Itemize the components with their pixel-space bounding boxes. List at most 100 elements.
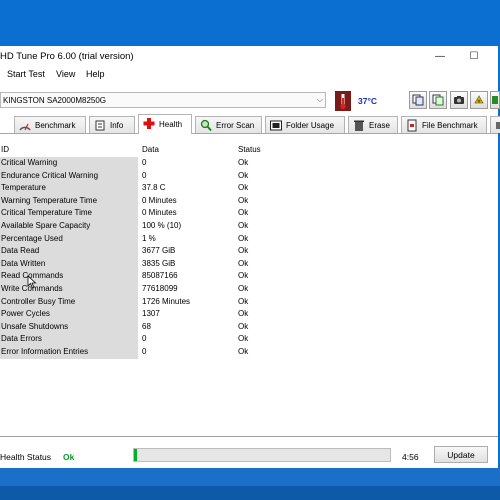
table-cell-data: 1307 [140,308,234,321]
table-row[interactable]: Read Commands 85087166 Ok [0,270,333,283]
table-row[interactable]: Critical Temperature Time 0 Minutes Ok [0,207,333,220]
table-cell-status: Ok [236,232,332,246]
column-header-id[interactable]: ID [0,144,138,156]
table-cell-status: Ok [236,320,332,334]
maximize-button[interactable]: ☐ [462,46,486,66]
tab-folder-usage[interactable]: Folder Usage [265,116,345,133]
menu-start-test[interactable]: Start Test [7,69,45,79]
table-cell-status: Ok [236,169,332,183]
tab-label: Info [110,121,124,130]
desktop-background [0,0,500,46]
table-row[interactable]: Percentage Used 1 % Ok [0,232,333,246]
table-row[interactable]: Error Information Entries 0 Ok [0,346,333,359]
progress-bar [133,448,391,462]
minimize-button[interactable]: — [428,46,452,66]
column-header-data[interactable]: Data [141,144,235,156]
table-cell-id: Temperature [0,182,138,195]
table-cell-status: Ok [236,220,332,233]
tab-health[interactable]: Health [138,114,192,134]
update-button[interactable]: Update [434,446,488,463]
table-cell-status: Ok [236,295,332,309]
table-cell-data: 100 % (10) [140,220,234,233]
table-cell-status: Ok [236,207,332,220]
table-cell-status: Ok [236,308,332,321]
table-cell-id: Controller Busy Time [0,295,138,309]
table-row[interactable]: Data Read 3677 GiB Ok [0,245,333,258]
taskbar [0,468,500,500]
table-cell-data: 0 [140,157,234,170]
menu-view[interactable]: View [56,69,75,79]
copy-info-icon [432,94,444,106]
table-cell-status: Ok [236,333,332,346]
chevron-down-icon: ⌵ [316,95,323,104]
disk-monitor-icon [496,122,500,129]
folder-usage-icon [270,120,282,131]
table-cell-data: 3677 GiB [140,245,234,258]
exit-button[interactable] [490,91,500,109]
menu-help[interactable]: Help [86,69,105,79]
table-cell-id: Critical Warning [0,157,138,170]
screenshot-button[interactable] [450,91,468,109]
table-row[interactable]: Controller Busy Time 1726 Minutes Ok [0,295,333,309]
table-cell-status: Ok [236,245,332,258]
table-row[interactable]: Data Errors 0 Ok [0,333,333,346]
table-cell-data: 0 [140,346,234,359]
benchmark-icon [19,123,31,131]
table-cell-id: Data Written [0,257,138,271]
copy-button[interactable] [409,91,427,109]
table-row[interactable]: Available Spare Capacity 100 % (10) Ok [0,220,333,233]
copy-icon [412,94,424,106]
tab-benchmark[interactable]: Benchmark [14,116,86,133]
window-title: HD Tune Pro 6.00 (trial version) [0,51,134,62]
table-cell-id: Write Commands [0,283,138,296]
error-scan-icon [200,119,212,132]
table-row[interactable]: Power Cycles 1307 Ok [0,308,333,321]
tab-label: Erase [369,121,390,130]
options-button[interactable] [470,91,488,109]
tab-file-benchmark[interactable]: File Benchmark [401,116,487,133]
tab-error-scan[interactable]: Error Scan [195,116,262,133]
file-benchmark-icon [407,119,417,132]
table-row[interactable]: Temperature 37.8 C Ok [0,182,333,195]
table-cell-data: 1726 Minutes [140,295,234,309]
tab-label: Benchmark [35,121,76,130]
column-header-status[interactable]: Status [237,144,333,156]
table-cell-data: 1 % [140,232,234,246]
table-cell-status: Ok [236,270,332,283]
table-cell-id: Error Information Entries [0,346,138,359]
table-cell-status: Ok [236,346,332,359]
erase-icon [354,120,364,131]
table-cell-id: Warning Temperature Time [0,194,138,208]
health-status-label: Health Status [0,452,52,462]
tab-label: File Benchmark [422,121,478,130]
camera-icon [454,96,464,104]
table-row[interactable]: Critical Warning 0 Ok [0,157,333,170]
table-cell-status: Ok [236,182,332,195]
progress-bar-fill [134,449,137,461]
tab-disk-monitor[interactable]: Di [490,116,500,133]
table-cell-data: 0 [140,333,234,346]
menu-bar: Start Test View Help [0,66,498,84]
table-row[interactable]: Data Written 3835 GiB Ok [0,257,333,271]
table-cell-data: 37.8 C [140,182,234,195]
table-cell-data: 0 [140,169,234,183]
table-cell-data: 0 Minutes [140,207,234,220]
taskbar-strip [0,486,500,500]
tab-info[interactable]: Info [89,116,135,133]
table-cell-data: 68 [140,320,234,334]
drive-name: KINGSTON SA2000M8250G [3,96,107,105]
drive-select[interactable]: KINGSTON SA2000M8250G ⌵ [0,92,326,108]
table-row[interactable]: Unsafe Shutdowns 68 Ok [0,320,333,334]
table-cell-id: Power Cycles [0,308,138,321]
table-row[interactable]: Write Commands 77618099 Ok [0,283,333,296]
table-row[interactable]: Warning Temperature Time 0 Minutes Ok [0,194,333,208]
title-bar[interactable]: HD Tune Pro 6.00 (trial version) — ☐ [0,46,498,66]
table-row[interactable]: Endurance Critical Warning 0 Ok [0,169,333,183]
tab-erase[interactable]: Erase [348,116,398,133]
table-cell-id: Data Errors [0,333,138,346]
status-bar-divider [0,436,498,437]
tab-bar-border [0,133,498,134]
mouse-cursor-icon [27,275,37,289]
tab-label: Error Scan [216,121,255,130]
copy-info-button[interactable] [429,91,447,109]
